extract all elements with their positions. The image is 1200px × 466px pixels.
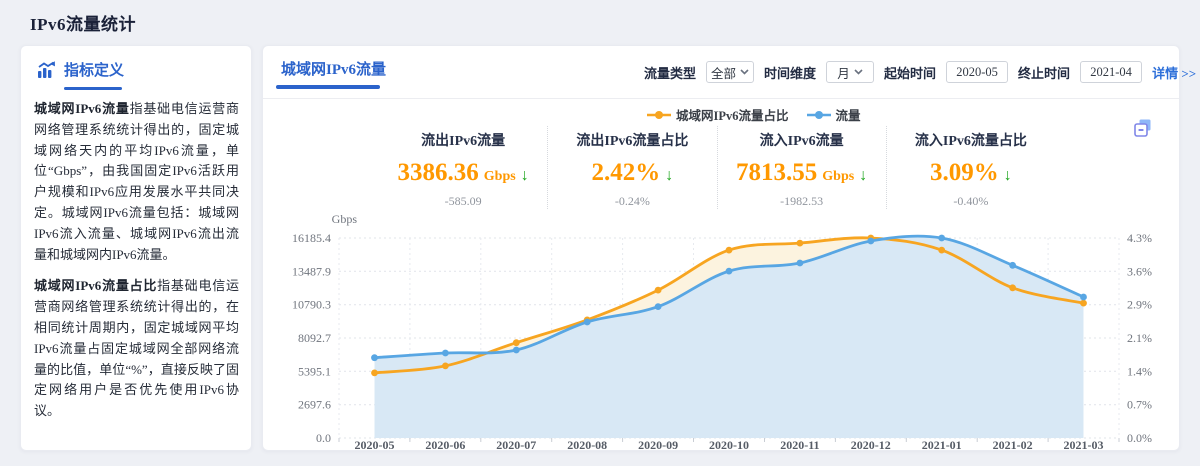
- y2-axis-tick-label: 4.3%: [1127, 231, 1152, 245]
- series-point-traffic: [726, 268, 733, 275]
- y-axis-name: Gbps: [332, 212, 358, 226]
- x-axis-tick-label: 2020-12: [851, 438, 891, 452]
- page-title: IPv6流量统计: [30, 10, 136, 35]
- series-point-ratio: [371, 370, 378, 377]
- x-axis-tick-label: 2020-10: [709, 438, 749, 452]
- sidebar-header: 指标定义: [37, 59, 124, 80]
- indicator-definition-panel: 指标定义 城域网IPv6流量指基础电信运营商网络管理系统统计得出的，固定城域网络…: [20, 45, 252, 451]
- y-axis-tick-label: 2697.6: [298, 398, 331, 412]
- series-point-traffic: [584, 319, 591, 326]
- y2-axis-tick-label: 3.6%: [1127, 264, 1152, 278]
- series-point-ratio: [797, 240, 804, 247]
- y-axis-tick-label: 8092.7: [298, 331, 331, 345]
- x-axis-tick-label: 2020-08: [567, 438, 607, 452]
- definition-paragraph: 城域网IPv6流量占比指基础电信运营商网络管理系统统计得出的，在相同统计周期内，…: [34, 276, 239, 422]
- series-point-traffic: [513, 347, 520, 354]
- metro-ipv6-traffic-panel: 城域网IPv6流量 流量类型 全部 时间维度 月 起始时间 2020-05 终止…: [262, 45, 1180, 451]
- definition-paragraph: 城域网IPv6流量指基础电信运营商网络管理系统统计得出的，固定城域网络天内的平均…: [34, 99, 239, 265]
- traffic-line-chart[interactable]: Gbps16185.4 13487.9 10790.3 8092.7 5395.1 269…: [263, 46, 1181, 452]
- y-axis-tick-label: 0.0: [316, 431, 331, 445]
- y-axis-tick-label: 13487.9: [292, 264, 331, 278]
- x-axis-tick-label: 2020-09: [638, 438, 678, 452]
- series-point-traffic: [867, 238, 874, 245]
- y2-axis-tick-label: 0.7%: [1127, 398, 1152, 412]
- y-axis-tick-label: 16185.4: [292, 231, 331, 245]
- definition-paragraphs: 城域网IPv6流量指基础电信运营商网络管理系统统计得出的，固定城域网络天内的平均…: [34, 99, 239, 433]
- series-point-traffic: [1009, 262, 1016, 269]
- series-point-traffic: [797, 260, 804, 267]
- x-axis-tick-label: 2020-11: [780, 438, 819, 452]
- bar-chart-icon: [37, 61, 57, 79]
- series-point-ratio: [726, 247, 733, 254]
- y-axis-tick-label: 10790.3: [292, 298, 331, 312]
- y2-axis-tick-label: 2.1%: [1127, 331, 1152, 345]
- definition-term: 城域网IPv6流量: [34, 101, 130, 116]
- sidebar-title-underline: [64, 87, 122, 90]
- sidebar-title: 指标定义: [64, 59, 124, 80]
- series-point-traffic: [1080, 294, 1087, 301]
- series-point-traffic: [371, 354, 378, 361]
- x-axis-tick-label: 2020-07: [496, 438, 536, 452]
- x-axis-tick-label: 2021-01: [922, 438, 962, 452]
- y-axis-tick-label: 5395.1: [298, 364, 331, 378]
- x-axis-tick-label: 2020-06: [425, 438, 465, 452]
- x-axis-tick-label: 2021-02: [993, 438, 1033, 452]
- series-point-ratio: [442, 363, 449, 370]
- y2-axis-tick-label: 0.0%: [1127, 431, 1152, 445]
- series-point-traffic: [938, 235, 945, 242]
- series-point-traffic: [655, 303, 662, 310]
- y2-axis-tick-label: 1.4%: [1127, 364, 1152, 378]
- series-point-ratio: [1080, 300, 1087, 307]
- y2-axis-tick-label: 2.9%: [1127, 298, 1152, 312]
- series-point-traffic: [442, 350, 449, 357]
- series-point-ratio: [938, 247, 945, 254]
- definition-term: 城域网IPv6流量占比: [34, 278, 157, 293]
- series-point-ratio: [655, 287, 662, 294]
- series-point-ratio: [513, 339, 520, 346]
- x-axis-tick-label: 2021-03: [1064, 438, 1104, 452]
- series-point-ratio: [1009, 284, 1016, 291]
- x-axis-tick-label: 2020-05: [355, 438, 395, 452]
